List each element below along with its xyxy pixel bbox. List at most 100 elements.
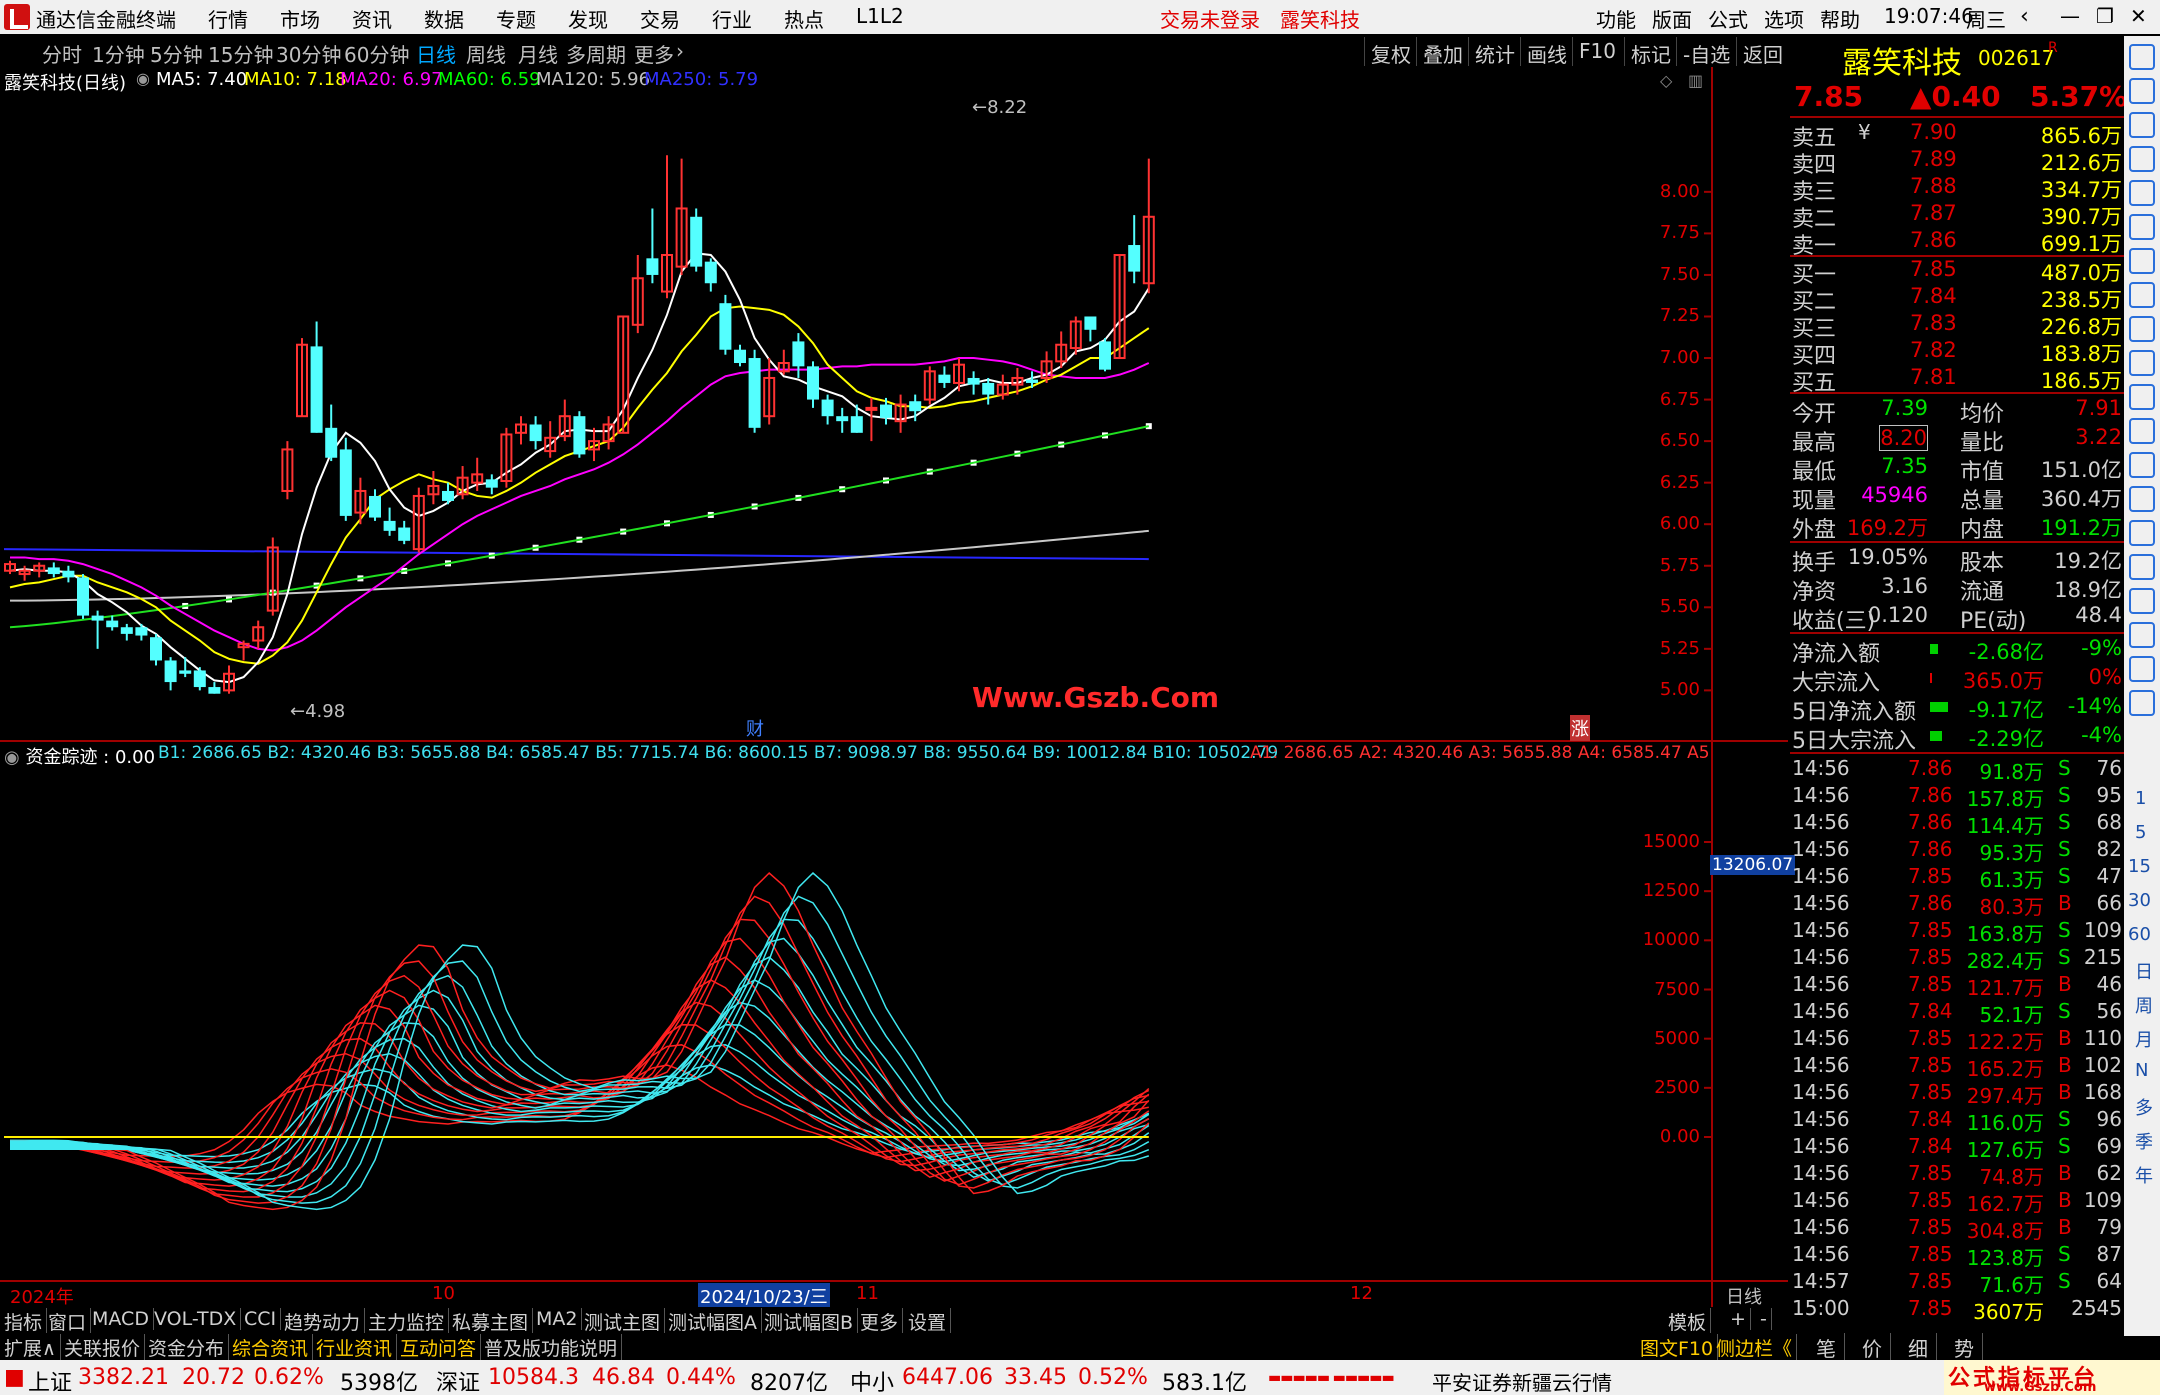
sidebar-tool-icon[interactable] — [2129, 112, 2155, 138]
sidebar-tool-icon[interactable] — [2129, 418, 2155, 444]
sidebar-tool-icon[interactable] — [2129, 486, 2155, 512]
tab-indicator-4[interactable]: CCI — [240, 1308, 282, 1330]
menu-zhuanti[interactable]: 专题 — [496, 4, 536, 33]
diamond-icon[interactable]: ◇ — [1660, 71, 1672, 90]
sidebar-period-5[interactable]: 日 — [2135, 958, 2153, 984]
menu-jiaoyi[interactable]: 交易 — [640, 4, 680, 33]
menu-gongneng[interactable]: 功能 — [1596, 4, 1636, 33]
menu-redian[interactable]: 热点 — [784, 4, 824, 33]
sidebar-period-6[interactable]: 周 — [2135, 992, 2153, 1018]
tab-right-2[interactable]: - — [1756, 1308, 1772, 1330]
period-multi[interactable]: 多周期 — [566, 39, 626, 68]
period-weekly[interactable]: 周线 — [466, 39, 506, 68]
tab-ext-2[interactable]: 资金分布 — [144, 1334, 230, 1361]
quote-tab[interactable]: 价 — [1854, 1333, 1891, 1362]
sidebar-period-11[interactable]: 年 — [2135, 1162, 2153, 1188]
menu-xuanxiang[interactable]: 选项 — [1764, 4, 1804, 33]
tab-ext-1[interactable]: 关联报价 — [60, 1334, 146, 1361]
period-60min[interactable]: 60分钟 — [344, 39, 409, 68]
sidebar-tool-icon[interactable] — [2129, 146, 2155, 172]
back-icon[interactable]: ‹ — [2020, 4, 2029, 29]
period-15min[interactable]: 15分钟 — [208, 39, 273, 68]
finance-marker[interactable]: 财 — [746, 715, 764, 741]
menu-faxian[interactable]: 发现 — [568, 4, 608, 33]
menu-hangqing[interactable]: 行情 — [208, 4, 248, 33]
close-icon[interactable]: ✕ — [2130, 4, 2147, 28]
remove-watchlist-button[interactable]: -自选 — [1676, 37, 1736, 67]
restore-icon[interactable]: ❐ — [2096, 4, 2114, 28]
dropdown-icon[interactable]: ◉ — [136, 69, 150, 88]
sh-label[interactable]: 上证 — [28, 1365, 72, 1395]
minimize-icon[interactable]: — — [2060, 4, 2080, 28]
kline-chart-area[interactable]: 露笑科技(日线) ◉ MA5: 7.40 MA10: 7.18 MA20: 6.… — [0, 67, 1796, 1309]
sidebar-period-0[interactable]: 1 — [2135, 788, 2146, 809]
overlay-button[interactable]: 叠加 — [1416, 37, 1469, 67]
sidebar-tool-icon[interactable] — [2129, 78, 2155, 104]
period-monthly[interactable]: 月线 — [518, 39, 558, 68]
sidebar-period-8[interactable]: N — [2135, 1060, 2148, 1081]
tab-ext-0[interactable]: 扩展∧ — [0, 1334, 61, 1361]
tab-indicator-11[interactable]: 测试幅图B — [760, 1308, 859, 1335]
sidebar-tool-icon[interactable] — [2129, 656, 2155, 682]
kline-svg[interactable] — [0, 67, 1788, 1307]
tab-indicator-3[interactable]: VOL-TDX — [150, 1308, 242, 1330]
tab-indicator-12[interactable]: 更多 — [856, 1308, 904, 1335]
sidebar-period-2[interactable]: 15 — [2128, 856, 2151, 877]
sidebar-tool-icon[interactable] — [2129, 588, 2155, 614]
menu-zixun[interactable]: 资讯 — [352, 4, 392, 33]
tab-indicator-10[interactable]: 测试幅图A — [664, 1308, 762, 1335]
quote-tab[interactable]: 细 — [1900, 1333, 1937, 1362]
sidebar-period-1[interactable]: 5 — [2135, 822, 2146, 843]
sidebar-period-10[interactable]: 季 — [2135, 1128, 2153, 1154]
pin-icon[interactable]: ▥ — [1688, 71, 1703, 90]
sidebar-tool-icon[interactable] — [2129, 44, 2155, 70]
tab-indicator-6[interactable]: 主力监控 — [364, 1308, 450, 1335]
tab-right-1[interactable]: + — [1726, 1308, 1751, 1330]
indicator-dropdown-icon[interactable]: ◉ — [4, 747, 20, 768]
sidebar-tool-icon[interactable] — [2129, 622, 2155, 648]
tab-indicator-1[interactable]: 窗口 — [44, 1308, 92, 1335]
tab-indicator-2[interactable]: MACD — [88, 1308, 154, 1330]
tab-right-0[interactable]: 模板 — [1664, 1308, 1712, 1335]
sidebar-tool-icon[interactable] — [2129, 384, 2155, 410]
tab-indicator-9[interactable]: 测试主图 — [580, 1308, 666, 1335]
menu-hangye[interactable]: 行业 — [712, 4, 752, 33]
sidebar-period-3[interactable]: 30 — [2128, 890, 2151, 911]
f10-button[interactable]: F10 — [1572, 37, 1622, 66]
tab-indicator-0[interactable]: 指标 — [0, 1308, 48, 1335]
sidebar-period-7[interactable]: 月 — [2135, 1026, 2153, 1052]
period-daily[interactable]: 日线 — [416, 39, 456, 68]
sidebar-tool-icon[interactable] — [2129, 214, 2155, 240]
tab-indicator-5[interactable]: 趋势动力 — [280, 1308, 366, 1335]
menu-shichang[interactable]: 市场 — [280, 4, 320, 33]
sidebar-tool-icon[interactable] — [2129, 282, 2155, 308]
period-1min[interactable]: 1分钟 — [92, 39, 145, 68]
quote-tab[interactable]: 势 — [1946, 1333, 1983, 1362]
chevron-right-icon[interactable]: › — [676, 39, 684, 63]
tab-ext-3[interactable]: 综合资讯 — [228, 1334, 314, 1361]
tab-ext-right-0[interactable]: 图文F10 — [1636, 1334, 1719, 1361]
tab-ext-right-1[interactable]: 侧边栏《 — [1712, 1334, 1798, 1361]
sz-label[interactable]: 深证 — [436, 1365, 480, 1395]
sidebar-tool-icon[interactable] — [2129, 248, 2155, 274]
sidebar-tool-icon[interactable] — [2129, 690, 2155, 716]
tab-indicator-13[interactable]: 设置 — [904, 1308, 952, 1335]
menu-bangzhu[interactable]: 帮助 — [1820, 4, 1860, 33]
menu-banmian[interactable]: 版面 — [1652, 4, 1692, 33]
period-fenshi[interactable]: 分时 — [42, 39, 82, 68]
sidebar-tool-icon[interactable] — [2129, 452, 2155, 478]
period-30min[interactable]: 30分钟 — [276, 39, 341, 68]
sidebar-tool-icon[interactable] — [2129, 350, 2155, 376]
tab-ext-5[interactable]: 互动问答 — [396, 1334, 482, 1361]
tab-indicator-7[interactable]: 私募主图 — [448, 1308, 534, 1335]
period-5min[interactable]: 5分钟 — [150, 39, 203, 68]
return-button[interactable]: 返回 — [1736, 37, 1789, 67]
sidebar-period-9[interactable]: 多 — [2135, 1094, 2153, 1120]
stats-button[interactable]: 统计 — [1468, 37, 1521, 67]
quote-tab[interactable]: 笔 — [1808, 1333, 1845, 1362]
tab-ext-4[interactable]: 行业资讯 — [312, 1334, 398, 1361]
sidebar-tool-icon[interactable] — [2129, 316, 2155, 342]
menu-shuju[interactable]: 数据 — [424, 4, 464, 33]
period-more[interactable]: 更多 — [634, 39, 674, 68]
sidebar-period-4[interactable]: 60 — [2128, 924, 2151, 945]
